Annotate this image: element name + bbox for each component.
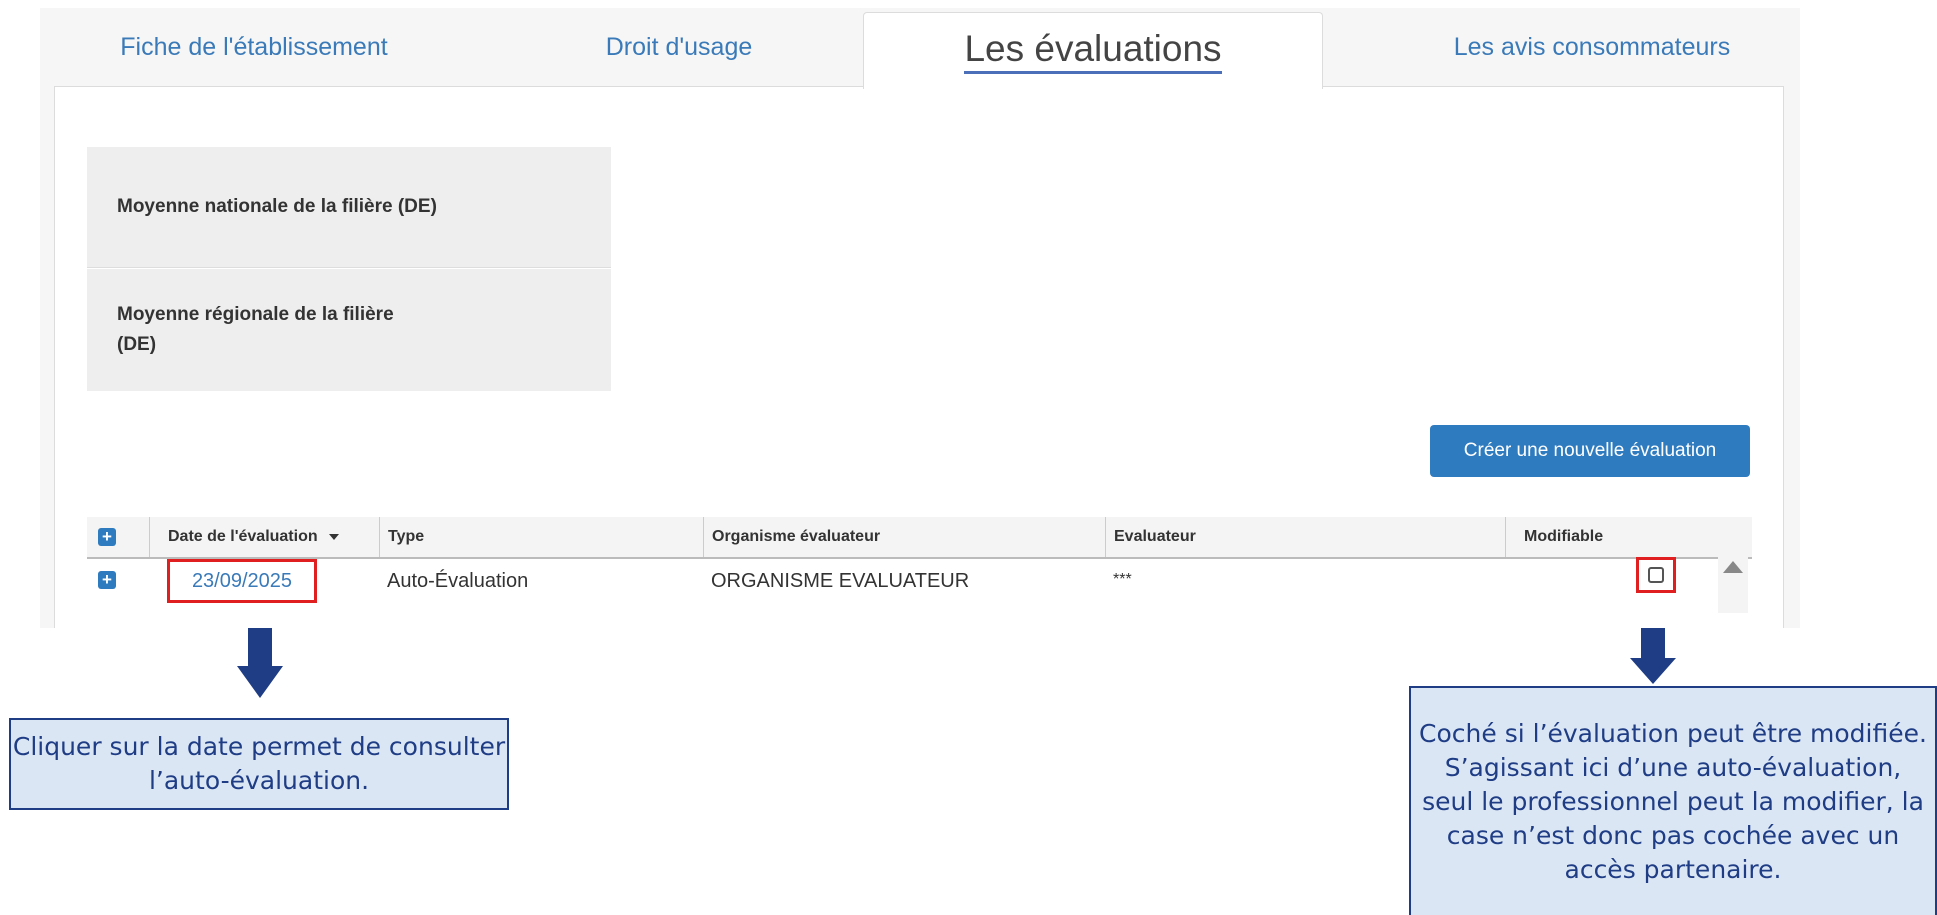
column-header-type[interactable]: Type (379, 517, 703, 557)
date-cell: 23/09/2025 (167, 559, 317, 603)
grid-header: + Date de l'évaluation Type Organisme év… (87, 517, 1752, 559)
column-header-label: Date de l'évaluation (168, 528, 318, 545)
evaluation-date-link[interactable]: 23/09/2025 (192, 570, 292, 593)
regional-average-card: Moyenne régionale de la filière (DE) (87, 269, 611, 391)
column-header-date[interactable]: Date de l'évaluation (149, 517, 379, 557)
create-evaluation-button[interactable]: Créer une nouvelle évaluation (1430, 425, 1750, 477)
tab-bar: Fiche de l'établissement Droit d'usage L… (40, 8, 1800, 89)
national-average-card: Moyenne nationale de la filière (DE) (87, 147, 611, 268)
expand-row-icon[interactable]: + (98, 571, 116, 589)
app-screenshot: Fiche de l'établissement Droit d'usage L… (40, 8, 1800, 628)
tab-label: Les évaluations (964, 28, 1222, 74)
expand-all-icon[interactable]: + (98, 528, 116, 546)
tab-droit-usage[interactable]: Droit d'usage (514, 8, 844, 86)
modifiable-callout: Coché si l’évaluation peut être modifiée… (1409, 686, 1937, 915)
column-header-evaluateur[interactable]: Evaluateur (1105, 517, 1505, 557)
column-header-label: Organisme évaluateur (712, 528, 881, 545)
regional-average-label: Moyenne régionale de la filière (DE) (117, 304, 394, 355)
column-header-label: Type (388, 528, 425, 545)
evaluation-evaluateur: *** (1113, 571, 1132, 588)
tab-label: Droit d'usage (605, 32, 753, 61)
tab-label: Fiche de l'établissement (120, 32, 388, 61)
national-average-label: Moyenne nationale de la filière (DE) (117, 196, 437, 217)
column-header-organisme[interactable]: Organisme évaluateur (703, 517, 1105, 557)
table-row: + 23/09/2025 Auto-Évaluation ORGANISME E… (87, 555, 1752, 613)
evaluateur-cell: *** (1113, 559, 1132, 603)
evaluations-panel: Moyenne nationale de la filière (DE) Moy… (54, 86, 1784, 628)
date-callout: Cliquer sur la date permet de consulter … (9, 718, 509, 810)
tab-evaluations[interactable]: Les évaluations (863, 12, 1323, 89)
caret-down-icon (328, 534, 339, 540)
modifiable-callout-text: Coché si l’évaluation peut être modifiée… (1419, 718, 1927, 884)
type-cell: Auto-Évaluation (387, 559, 528, 603)
evaluations-grid: + Date de l'évaluation Type Organisme év… (87, 517, 1752, 628)
evaluation-organisme: ORGANISME EVALUATEUR (711, 569, 970, 592)
column-header-label: Evaluateur (1114, 528, 1196, 545)
date-callout-text: Cliquer sur la date permet de consulter … (12, 732, 506, 795)
column-header-label: Modifiable (1524, 528, 1604, 545)
tab-label: Les avis consommateurs (1453, 32, 1731, 61)
tab-fiche-etablissement[interactable]: Fiche de l'établissement (54, 8, 454, 86)
organisme-cell: ORGANISME EVALUATEUR (711, 559, 969, 603)
evaluation-type: Auto-Évaluation (387, 569, 529, 592)
scroll-up-icon[interactable] (1723, 561, 1743, 573)
modifiable-checkbox[interactable] (1648, 567, 1664, 583)
tab-avis-consommateurs[interactable]: Les avis consommateurs (1362, 8, 1800, 86)
column-header-modifiable[interactable]: Modifiable (1505, 517, 1752, 557)
